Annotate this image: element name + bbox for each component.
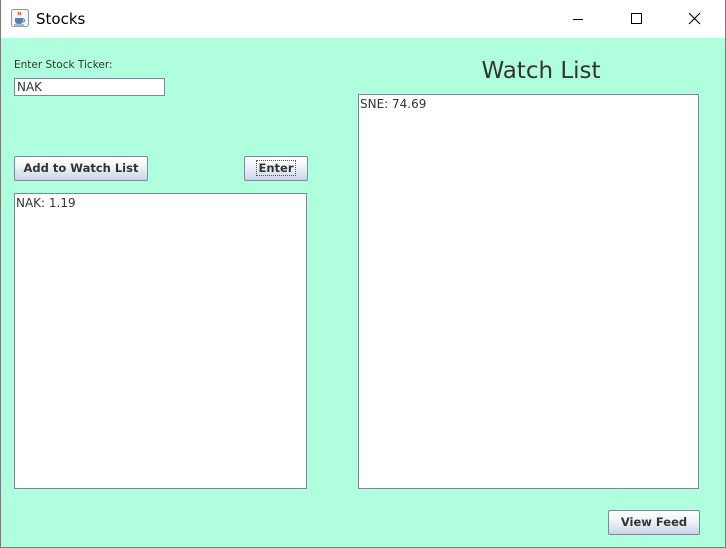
window-title: Stocks (36, 10, 86, 28)
add-to-watch-list-button[interactable]: Add to Watch List (14, 156, 148, 181)
maximize-icon (631, 13, 642, 24)
watch-list-line: SNE: 74.69 (360, 97, 427, 111)
maximize-button[interactable] (613, 0, 659, 38)
ticker-label: Enter Stock Ticker: (14, 59, 113, 71)
enter-button[interactable]: Enter (244, 156, 308, 181)
java-cup-icon (11, 9, 29, 27)
result-text-area[interactable]: NAK: 1.19 (14, 193, 307, 489)
view-feed-button[interactable]: View Feed (608, 510, 700, 535)
watch-list-text-area[interactable]: SNE: 74.69 (358, 94, 699, 489)
result-line: NAK: 1.19 (16, 196, 76, 210)
close-button[interactable] (671, 0, 717, 38)
stocks-window: Stocks Enter Stock Ticker: Add to Watch … (0, 0, 726, 548)
close-icon (688, 12, 701, 25)
minimize-icon (573, 19, 583, 20)
watch-list-title: Watch List (481, 58, 601, 84)
enter-button-label: Enter (256, 160, 296, 176)
ticker-input[interactable] (14, 78, 165, 96)
title-bar[interactable]: Stocks (1, 0, 725, 38)
minimize-button[interactable] (555, 0, 601, 38)
